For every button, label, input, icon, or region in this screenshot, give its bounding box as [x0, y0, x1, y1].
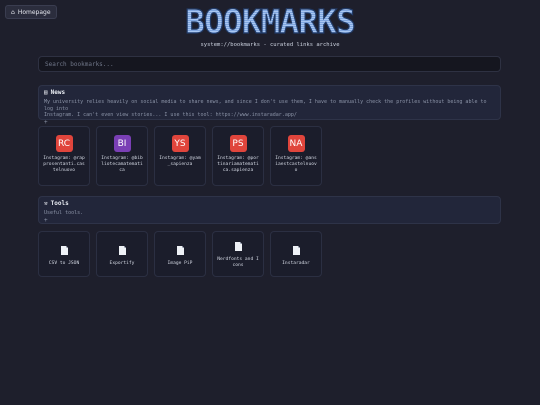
news-title: News [50, 89, 66, 96]
bookmark-card[interactable]: PS Instagram: @portinariamatematica.sapi… [212, 126, 264, 186]
homepage-label: Homepage [17, 8, 51, 16]
document-icon [118, 246, 126, 255]
bookmark-card[interactable]: Instaradar [270, 231, 322, 277]
news-section-header: ▤ News [44, 89, 495, 96]
news-section: ▤ News My university relies heavily on s… [38, 85, 501, 125]
tools-expand-toggle[interactable]: + [44, 217, 495, 224]
news-description: My university relies heavily on social m… [44, 99, 495, 119]
bookmark-card[interactable]: Image PiP [154, 231, 206, 277]
news-cards: RC Instagram: @rapprosentanti.castelnuov… [38, 126, 322, 186]
bookmark-card[interactable]: RC Instagram: @rapprosentanti.castelnuov… [38, 126, 90, 186]
avatar: BI [113, 135, 131, 152]
news-expand-toggle[interactable]: + [44, 119, 495, 126]
bookmark-label: Instagram: @ansiaestcastelnuovo [275, 156, 317, 173]
bookmark-card[interactable]: Exportify [96, 231, 148, 277]
document-icon [292, 246, 300, 255]
search-input[interactable] [38, 56, 501, 72]
bookmark-label: Instagram: @rapprosentanti.castelnuovo [43, 156, 85, 173]
bookmark-label: Instagram: @bibliotecamatematica [101, 156, 143, 173]
bookmark-card[interactable]: BI Instagram: @bibliotecamatematica [96, 126, 148, 186]
bookmarks-logo: BOOKMARKS [170, 1, 370, 43]
avatar: RC [55, 135, 73, 152]
bookmark-label: Instagram: @portinariamatematica.sapienz… [217, 156, 259, 173]
document-icon [234, 242, 242, 251]
avatar: YS [171, 135, 189, 152]
bookmark-card[interactable]: YS Instagram: @yam_sapienza [154, 126, 206, 186]
bookmark-label: Image PiP [167, 261, 193, 266]
tools-description: Useful tools. [44, 210, 84, 216]
news-description-line: My university relies heavily on social m… [44, 99, 487, 112]
bookmark-label: CSV to JSON [48, 261, 80, 266]
avatar: PS [229, 135, 247, 152]
newspaper-icon: ▤ [44, 89, 48, 96]
homepage-button[interactable]: ⌂ Homepage [5, 5, 57, 19]
wrench-icon: ⚒ [44, 200, 48, 207]
bookmark-card[interactable]: Nerdfonts and Icons [212, 231, 264, 277]
tools-cards: CSV to JSON Exportify Image PiP Nerdfont… [38, 231, 322, 277]
bookmark-label: Exportify [109, 261, 135, 266]
bookmark-label: Nerdfonts and Icons [217, 257, 259, 268]
page-subtitle: system://bookmarks - curated links archi… [200, 42, 340, 48]
tools-section: ⚒ Tools Useful tools. + [38, 196, 501, 224]
news-description-line: Instagram. I can't even view stories... … [44, 112, 297, 118]
document-icon [60, 246, 68, 255]
bookmark-card[interactable]: NA Instagram: @ansiaestcastelnuovo [270, 126, 322, 186]
document-icon [176, 246, 184, 255]
bookmark-label: Instagram: @yam_sapienza [159, 156, 201, 167]
tools-title: Tools [50, 200, 69, 207]
tools-section-header: ⚒ Tools [44, 200, 495, 207]
svg-text:BOOKMARKS: BOOKMARKS [185, 3, 355, 39]
home-icon: ⌂ [11, 8, 15, 16]
bookmark-label: Instaradar [282, 261, 310, 266]
bookmark-card[interactable]: CSV to JSON [38, 231, 90, 277]
avatar: NA [287, 135, 305, 152]
logo-graphic: BOOKMARKS [184, 1, 356, 41]
